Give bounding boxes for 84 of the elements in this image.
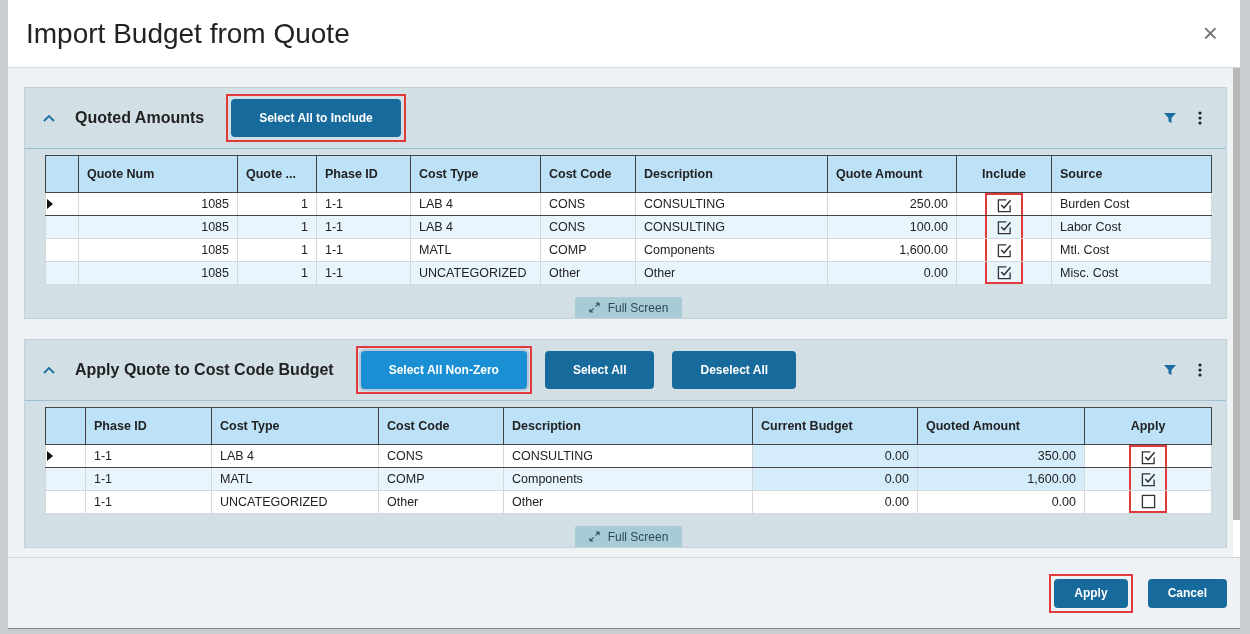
table-cell: 100.00 — [827, 215, 957, 239]
checkbox[interactable] — [1140, 449, 1156, 465]
scrollbar[interactable] — [1233, 68, 1240, 520]
table-cell: 1085 — [78, 215, 238, 239]
expand-icon — [588, 302, 600, 313]
table-cell: MATL — [211, 467, 379, 491]
table-cell: Components — [635, 238, 828, 262]
table-cell: Mtl. Cost — [1051, 238, 1212, 262]
table-cell: 1085 — [78, 192, 238, 216]
checkbox[interactable] — [1140, 493, 1156, 509]
table-cell: CONS — [378, 444, 504, 468]
table-cell: 1085 — [78, 261, 238, 285]
table-cell: 250.00 — [827, 192, 957, 216]
table-cell: 1-1 — [85, 444, 212, 468]
column-header[interactable]: Quoted Amount — [917, 407, 1085, 445]
table-cell: 0.00 — [827, 261, 957, 285]
table-cell: 1085 — [78, 238, 238, 262]
column-header[interactable]: Include — [956, 155, 1052, 193]
column-header[interactable]: Source — [1051, 155, 1212, 193]
dialog-button[interactable]: Apply — [1054, 578, 1128, 608]
table-cell: LAB 4 — [410, 192, 541, 216]
current-row-icon — [47, 199, 53, 209]
close-button[interactable]: × — [1198, 18, 1222, 49]
table-cell: Other — [503, 490, 753, 514]
full-screen-button[interactable]: Full Screen — [574, 526, 683, 547]
collapse-icon[interactable] — [43, 114, 55, 122]
table-cell: Other — [635, 261, 828, 285]
table-cell: 0.00 — [752, 444, 918, 468]
more-icon[interactable] — [1198, 111, 1202, 125]
table-cell: 1-1 — [85, 490, 212, 514]
dialog-title: Import Budget from Quote — [26, 17, 350, 50]
table-cell: Other — [378, 490, 504, 514]
table-cell: MATL — [410, 238, 541, 262]
column-header[interactable]: Cost Code — [378, 407, 504, 445]
table-cell: LAB 4 — [211, 444, 379, 468]
select-button[interactable]: Select All — [544, 351, 655, 389]
filter-icon[interactable] — [1164, 364, 1176, 376]
table-cell: 1,600.00 — [917, 467, 1085, 491]
panel-title: Apply Quote to Cost Code Budget — [75, 361, 334, 379]
checkbox[interactable] — [996, 197, 1012, 213]
collapse-icon[interactable] — [43, 366, 55, 374]
checkbox[interactable] — [996, 264, 1012, 280]
checkbox[interactable] — [996, 242, 1012, 258]
table-cell: CONSULTING — [503, 444, 753, 468]
panel-title: Quoted Amounts — [75, 109, 205, 127]
table-cell: 0.00 — [752, 467, 918, 491]
column-header[interactable]: Description — [503, 407, 753, 445]
table-cell: Labor Cost — [1051, 215, 1212, 239]
table-cell: UNCATEGORIZED — [410, 261, 541, 285]
checkbox[interactable] — [1140, 471, 1156, 487]
filter-icon[interactable] — [1164, 112, 1176, 124]
column-header[interactable]: Phase ID — [316, 155, 411, 193]
column-header[interactable]: Description — [635, 155, 828, 193]
select-button[interactable]: Deselect All — [672, 351, 797, 389]
expand-icon — [588, 531, 600, 542]
select-button[interactable]: Select All Non-Zero — [360, 351, 527, 389]
table-cell: 0.00 — [917, 490, 1085, 514]
column-header[interactable]: Cost Type — [410, 155, 541, 193]
table-cell: 350.00 — [917, 444, 1085, 468]
column-header[interactable]: Quote ... — [237, 155, 317, 193]
full-screen-button[interactable]: Full Screen — [574, 297, 683, 318]
column-header[interactable]: Cost Code — [540, 155, 636, 193]
table-cell: 0.00 — [752, 490, 918, 514]
table-cell: 1-1 — [85, 467, 212, 491]
table-cell: Misc. Cost — [1051, 261, 1212, 285]
table-cell: Burden Cost — [1051, 192, 1212, 216]
table-cell: UNCATEGORIZED — [211, 490, 379, 514]
table-cell: Components — [503, 467, 753, 491]
table-cell: CONSULTING — [635, 215, 828, 239]
column-header[interactable]: Phase ID — [85, 407, 212, 445]
column-header[interactable]: Cost Type — [211, 407, 379, 445]
column-header[interactable]: Apply — [1084, 407, 1212, 445]
column-header[interactable]: Quote Amount — [827, 155, 957, 193]
column-header[interactable]: Quote Num — [78, 155, 238, 193]
select-button[interactable]: Select All to Include — [231, 99, 401, 137]
more-icon[interactable] — [1198, 363, 1202, 377]
current-row-icon — [47, 451, 53, 461]
table-cell: CONSULTING — [635, 192, 828, 216]
checkbox[interactable] — [996, 219, 1012, 235]
column-header[interactable]: Current Budget — [752, 407, 918, 445]
table-cell: 1,600.00 — [827, 238, 957, 262]
table-cell: LAB 4 — [410, 215, 541, 239]
table-cell: COMP — [378, 467, 504, 491]
dialog-button[interactable]: Cancel — [1147, 578, 1227, 608]
